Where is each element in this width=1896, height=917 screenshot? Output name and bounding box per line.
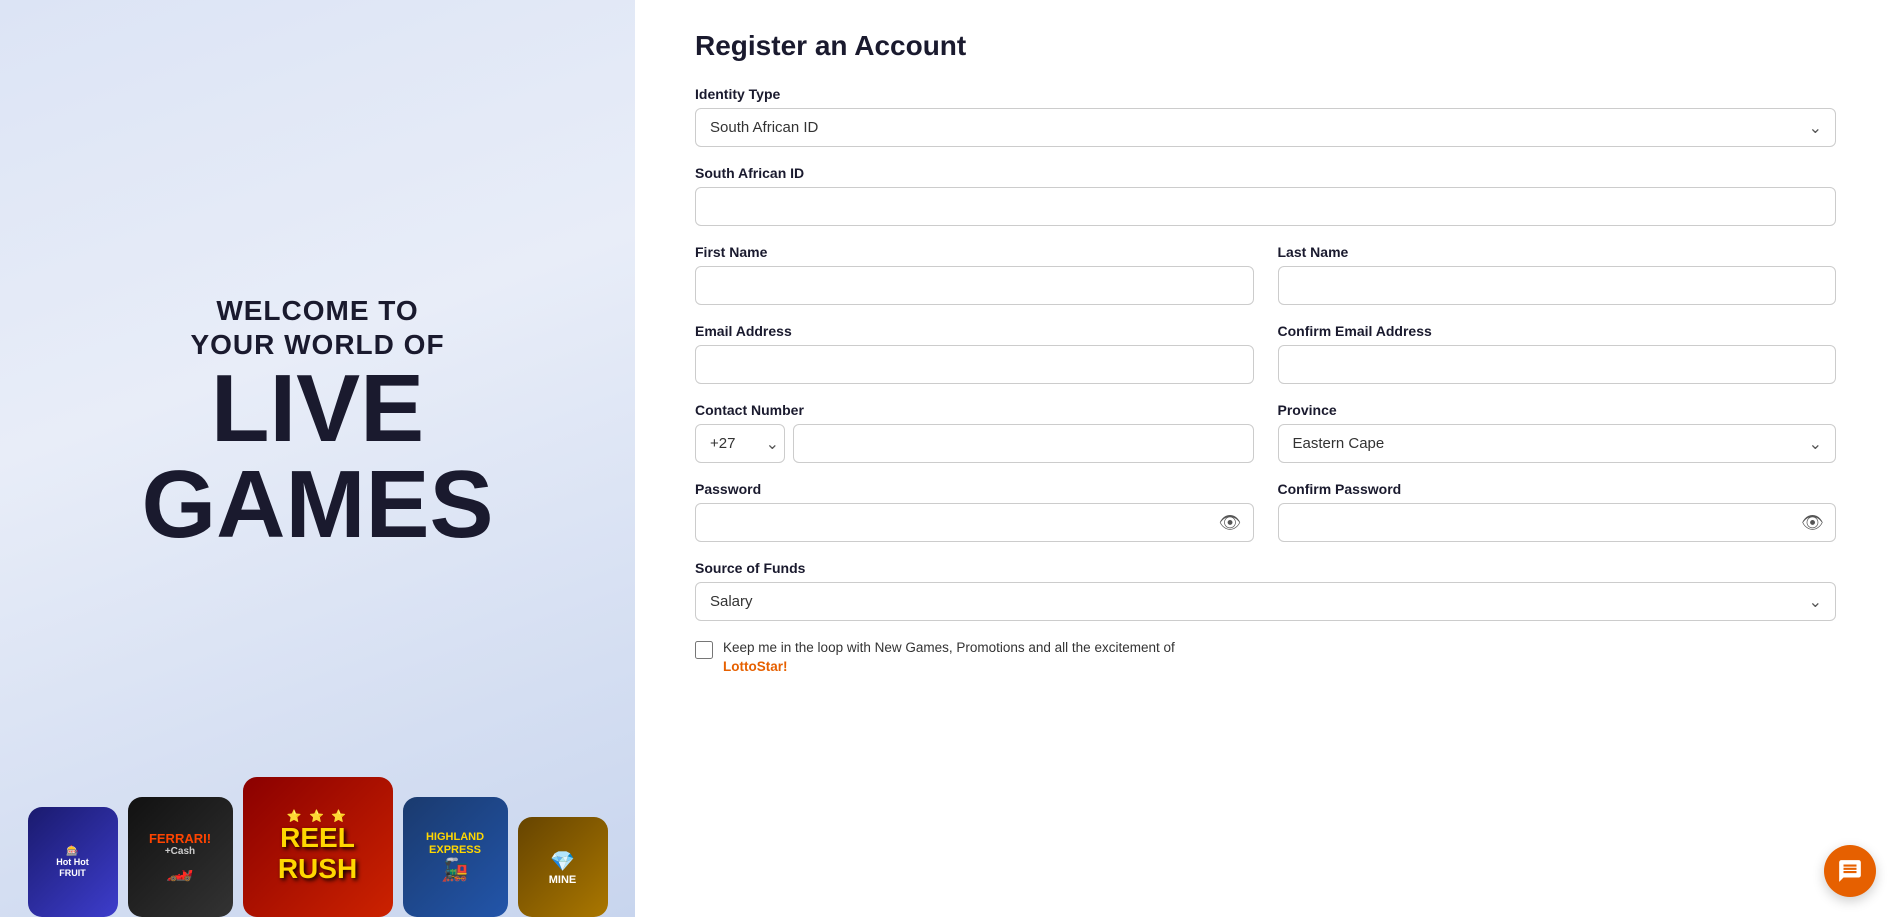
identity-type-select[interactable]: South African ID Passport Other bbox=[695, 108, 1836, 147]
game-card-hot-fruit: 🎰Hot HotFRUIT bbox=[28, 807, 118, 917]
last-name-label: Last Name bbox=[1278, 244, 1837, 260]
source-of-funds-group: Source of Funds Salary Business Income S… bbox=[695, 560, 1836, 621]
phone-group: +27 +1 +44 ⌄ bbox=[695, 424, 1254, 463]
password-row: Password 👁 Confirm Password 👁 bbox=[695, 481, 1836, 542]
live-text: LIVE bbox=[141, 361, 493, 457]
south-african-id-input[interactable] bbox=[695, 187, 1836, 226]
game-card-reel-rush: ⭐ ⭐ ⭐ REEL RUSH bbox=[243, 777, 393, 917]
south-african-id-label: South African ID bbox=[695, 165, 1836, 181]
newsletter-checkbox-row: Keep me in the loop with New Games, Prom… bbox=[695, 639, 1836, 677]
game-card-ferrari: FERRARI! +Cash 🏎️ bbox=[128, 797, 233, 917]
province-label: Province bbox=[1278, 402, 1837, 418]
confirm-password-group: Confirm Password 👁 bbox=[1278, 481, 1837, 542]
identity-type-group: Identity Type South African ID Passport … bbox=[695, 86, 1836, 147]
welcome-line1-text: WELCOME TO bbox=[216, 295, 418, 326]
welcome-line1: WELCOME TO YOUR WORLD OF bbox=[141, 294, 493, 361]
game-cards: 🎰Hot HotFRUIT FERRARI! +Cash 🏎️ ⭐ ⭐ ⭐ RE… bbox=[0, 767, 635, 917]
newsletter-checkbox[interactable] bbox=[695, 641, 713, 659]
newsletter-label: Keep me in the loop with New Games, Prom… bbox=[723, 639, 1175, 677]
confirm-email-label: Confirm Email Address bbox=[1278, 323, 1837, 339]
newsletter-label-main: Keep me in the loop with New Games, Prom… bbox=[723, 640, 1175, 655]
game-card-mine: 💎 MINE bbox=[518, 817, 608, 917]
contact-province-row: Contact Number +27 +1 +44 ⌄ Province Eas… bbox=[695, 402, 1836, 463]
password-wrapper: 👁 bbox=[695, 503, 1254, 542]
identity-type-label: Identity Type bbox=[695, 86, 1836, 102]
right-panel: Register an Account Identity Type South … bbox=[635, 0, 1896, 917]
identity-type-wrapper: South African ID Passport Other ⌄ bbox=[695, 108, 1836, 147]
first-name-input[interactable] bbox=[695, 266, 1254, 305]
chat-button[interactable] bbox=[1824, 845, 1876, 897]
confirm-password-eye-icon[interactable]: 👁 bbox=[1801, 512, 1824, 533]
name-row: First Name Last Name bbox=[695, 244, 1836, 305]
last-name-input[interactable] bbox=[1278, 266, 1837, 305]
first-name-group: First Name bbox=[695, 244, 1254, 305]
contact-number-label: Contact Number bbox=[695, 402, 1254, 418]
chat-icon bbox=[1837, 858, 1863, 884]
email-label: Email Address bbox=[695, 323, 1254, 339]
left-panel: WELCOME TO YOUR WORLD OF LIVE GAMES 🎰Hot… bbox=[0, 0, 635, 917]
email-group: Email Address bbox=[695, 323, 1254, 384]
phone-code-wrapper: +27 +1 +44 ⌄ bbox=[695, 424, 785, 463]
confirm-password-wrapper: 👁 bbox=[1278, 503, 1837, 542]
games-text: GAMES bbox=[141, 457, 493, 553]
email-input[interactable] bbox=[695, 345, 1254, 384]
province-wrapper: Eastern Cape Western Cape Gauteng KwaZul… bbox=[1278, 424, 1837, 463]
password-input[interactable] bbox=[695, 503, 1254, 542]
page-title: Register an Account bbox=[695, 30, 1836, 62]
source-of-funds-wrapper: Salary Business Income Savings Other ⌄ bbox=[695, 582, 1836, 621]
confirm-email-input[interactable] bbox=[1278, 345, 1837, 384]
newsletter-label-highlight: LottoStar! bbox=[723, 659, 788, 674]
confirm-email-group: Confirm Email Address bbox=[1278, 323, 1837, 384]
province-select[interactable]: Eastern Cape Western Cape Gauteng KwaZul… bbox=[1278, 424, 1837, 463]
phone-number-input[interactable] bbox=[793, 424, 1254, 463]
email-row: Email Address Confirm Email Address bbox=[695, 323, 1836, 384]
first-name-label: First Name bbox=[695, 244, 1254, 260]
confirm-password-input[interactable] bbox=[1278, 503, 1837, 542]
contact-number-group: Contact Number +27 +1 +44 ⌄ bbox=[695, 402, 1254, 463]
welcome-text: WELCOME TO YOUR WORLD OF LIVE GAMES bbox=[141, 294, 493, 553]
source-of-funds-select[interactable]: Salary Business Income Savings Other bbox=[695, 582, 1836, 621]
south-african-id-group: South African ID bbox=[695, 165, 1836, 226]
last-name-group: Last Name bbox=[1278, 244, 1837, 305]
password-eye-icon[interactable]: 👁 bbox=[1219, 512, 1242, 533]
province-group: Province Eastern Cape Western Cape Gaute… bbox=[1278, 402, 1837, 463]
game-card-highland-express: HIGHLANDEXPRESS 🚂 bbox=[403, 797, 508, 917]
source-of-funds-label: Source of Funds bbox=[695, 560, 1836, 576]
confirm-password-label: Confirm Password bbox=[1278, 481, 1837, 497]
phone-code-select[interactable]: +27 +1 +44 bbox=[695, 424, 785, 463]
password-group: Password 👁 bbox=[695, 481, 1254, 542]
password-label: Password bbox=[695, 481, 1254, 497]
